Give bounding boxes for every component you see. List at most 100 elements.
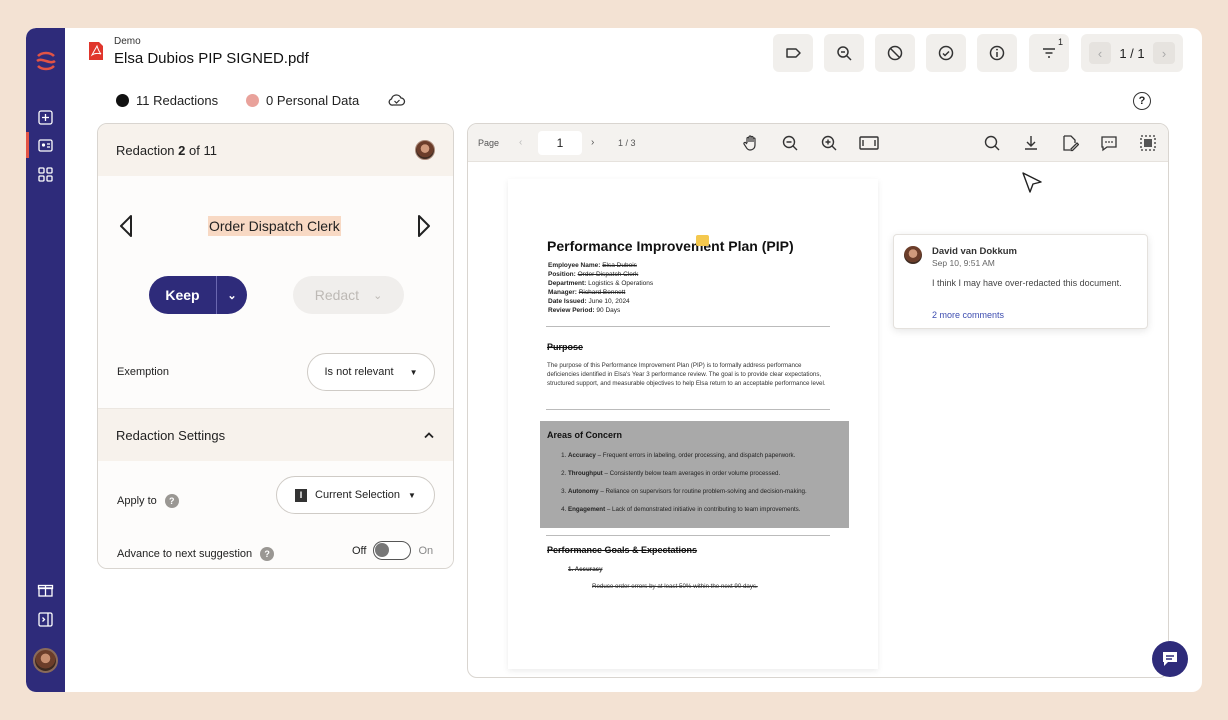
divider [546,326,830,327]
redacted-region[interactable]: Areas of Concern Accuracy – Frequent err… [540,421,849,528]
concern-heading: Areas of Concern [547,430,623,440]
select-area-icon[interactable] [1139,134,1157,152]
more-comments-link[interactable]: 2 more comments [932,310,1004,320]
cloud-sync-icon[interactable] [388,93,406,107]
note-icon[interactable] [696,235,709,246]
goals-heading: Performance Goals & Expectations [547,545,698,555]
next-page-icon[interactable]: › [591,137,594,148]
comment-card[interactable]: David van Dokkum Sep 10, 9:51 AM I think… [893,234,1148,329]
redaction-settings-body: Apply to ? I Current Selection ▼ Advance… [98,461,453,568]
zoom-search-icon [837,46,852,61]
advance-toggle[interactable] [373,541,412,560]
personal-data-stat[interactable]: 0 Personal Data [246,93,359,108]
field-row: Employee Name: Elsa Dubois [548,262,637,269]
redaction-pager: ‹ 1 / 1 › [1081,34,1183,72]
zoom-search-button[interactable] [824,34,864,72]
personal-data-dot [246,94,259,107]
user-avatar[interactable] [33,648,58,673]
redaction-settings-title: Redaction Settings [116,427,226,443]
brand-logo-icon[interactable] [34,50,58,72]
block-button[interactable] [875,34,915,72]
page-number-input[interactable]: 1 [538,130,582,155]
help-icon[interactable]: ? [1133,92,1151,110]
concern-item: Engagement – Lack of demonstrated initia… [568,501,807,519]
concern-item: Accuracy – Frequent errors in labeling, … [568,447,807,465]
purpose-heading: Purpose [547,342,584,352]
redaction-counter: Redaction 2 of 11 [116,142,217,158]
field-row: Review Period: 90 Days [548,307,621,314]
concern-item: Throughput – Consistently below team ave… [568,465,807,483]
filter-count-badge: 1 [1057,37,1063,47]
prev-page-icon[interactable]: ‹ [519,137,522,148]
chat-bubble-icon [1163,652,1177,666]
contact-card-icon[interactable] [37,137,54,154]
fit-width-icon[interactable] [859,134,879,152]
zoom-out-icon[interactable] [781,134,799,152]
redaction-panel: Redaction 2 of 11 Order Dispatch Clerk K… [97,123,454,569]
approve-button[interactable] [926,34,966,72]
keep-dropdown-chevron-icon[interactable]: ⌄ [217,289,247,302]
redaction-settings-toggle[interactable]: Redaction Settings [98,408,453,461]
support-chat-button[interactable] [1152,641,1188,677]
mouse-cursor-icon [1022,172,1042,193]
purpose-text: The purpose of this Performance Improvem… [547,362,826,387]
field-row: Position: Order Dispatch Clerk [548,271,639,278]
document-title: Elsa Dubios PIP SIGNED.pdf [114,50,309,67]
document-viewer: Page ‹ 1 › 1 / 3 Performance Improvement… [467,123,1169,678]
apply-to-row: Apply to ? [117,494,179,508]
redaction-panel-header: Redaction 2 of 11 [98,124,453,176]
zoom-in-icon[interactable] [820,134,838,152]
tag-button[interactable] [773,34,813,72]
check-circle-icon [938,45,954,61]
add-document-icon[interactable] [37,109,54,126]
selected-redaction-text: Order Dispatch Clerk [208,216,341,236]
commenter-avatar [904,246,922,264]
toggle-on-label: On [418,544,434,557]
doc-fields: Employee Name: Elsa Dubois Position: Ord… [548,261,653,315]
tag-icon [786,48,801,58]
comment-icon[interactable] [1100,134,1118,152]
pan-hand-icon[interactable] [742,134,760,152]
filter-icon [1043,48,1055,58]
field-row: Department: Logistics & Operations [548,280,654,287]
pager-next-button[interactable]: › [1152,42,1175,64]
caret-down-icon: ▼ [409,367,418,377]
annotate-edit-icon[interactable] [1061,134,1079,152]
advance-help-icon[interactable]: ? [260,547,275,561]
text-cursor-icon: I [295,488,308,502]
grid-apps-icon[interactable] [37,166,54,183]
viewer-toolbar: Page ‹ 1 › 1 / 3 [468,124,1168,162]
apply-to-select[interactable]: I Current Selection ▼ [276,476,435,514]
pager-prev-button[interactable]: ‹ [1089,42,1111,64]
advance-toggle-group: Off On [352,541,433,560]
download-icon[interactable] [1022,134,1040,152]
expand-sidebar-icon[interactable] [37,611,54,628]
concern-item: Autonomy – Reliance on supervisors for r… [568,483,807,501]
concern-list: Accuracy – Frequent errors in labeling, … [568,447,807,519]
advance-row: Advance to next suggestion ? [117,547,275,561]
comment-time: Sep 10, 9:51 AM [932,258,995,268]
gift-icon[interactable] [37,581,54,598]
field-row: Date Issued: June 10, 2024 [548,298,630,305]
apply-to-help-icon[interactable]: ? [164,494,179,508]
search-icon[interactable] [983,134,1001,152]
redactions-dot [116,94,129,107]
info-icon [989,45,1005,61]
info-button[interactable] [977,34,1017,72]
toggle-off-label: Off [352,544,367,557]
exemption-select[interactable]: Is not relevant ▼ [307,353,435,391]
block-icon [887,45,903,61]
doc-title: Performance Improvement Plan (PIP) [547,238,794,254]
document-page: Performance Improvement Plan (PIP) Emplo… [508,179,878,669]
keep-button[interactable]: Keep ⌄ [149,276,247,314]
redactions-stat[interactable]: 11 Redactions [116,93,218,108]
reviewer-avatar [415,140,435,160]
comment-body: I think I may have over-redacted this do… [932,278,1122,288]
pager-text: 1 / 1 [1119,45,1145,61]
pdf-file-icon [89,42,103,60]
filter-button[interactable]: 1 [1029,34,1069,72]
next-redaction-icon[interactable] [417,214,431,238]
redact-button[interactable]: Redact ⌄ [293,276,404,314]
previous-redaction-icon[interactable] [119,214,133,238]
page-total: 1 / 3 [618,137,636,148]
